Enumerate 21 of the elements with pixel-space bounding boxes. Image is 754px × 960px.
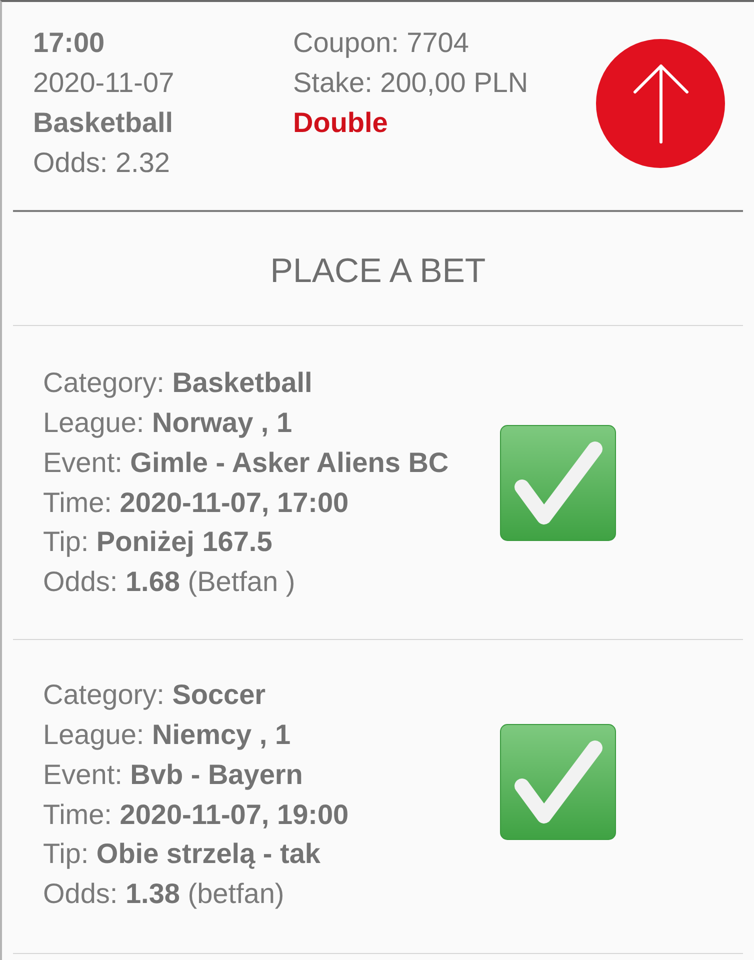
stake-text: Stake: 200,00 PLN <box>293 66 528 100</box>
odds-text: Odds: 2.32 <box>33 146 170 180</box>
category-text: Basketball <box>33 106 174 140</box>
bet-detail-text: Category: Basketball <box>43 366 312 400</box>
up-arrow-icon <box>632 64 688 144</box>
bet-detail-text: League: Norway , 1 <box>43 406 292 440</box>
bet-detail-text: Event: Gimle - Asker Aliens BC <box>43 446 449 480</box>
date-text: 2020-11-07 <box>33 66 174 100</box>
bet-detail-text: Odds: 1.68 (Betfan ) <box>43 565 296 600</box>
bet-detail-text: Tip: Obie strzelą - tak <box>43 837 321 872</box>
bet-detail-text: Category: Soccer <box>43 678 266 712</box>
bet-detail-text: Time: 2020-11-07, 19:00 <box>43 798 349 832</box>
bet-detail-text: Tip: Poniżej 167.5 <box>43 525 272 560</box>
bet-detail-text: Time: 2020-11-07, 17:00 <box>43 486 349 520</box>
bet-type-text: Double <box>293 106 388 140</box>
place-bet-button[interactable]: PLACE A BET <box>270 252 486 291</box>
time-text: 17:00 <box>33 26 105 60</box>
bet-detail-text: Event: Bvb - Bayern <box>43 758 303 792</box>
coupon-text: Coupon: 7704 <box>293 26 469 60</box>
bet-detail-text: Odds: 1.38 (betfan) <box>43 877 284 912</box>
bet-detail-text: League: Niemcy , 1 <box>43 718 291 752</box>
